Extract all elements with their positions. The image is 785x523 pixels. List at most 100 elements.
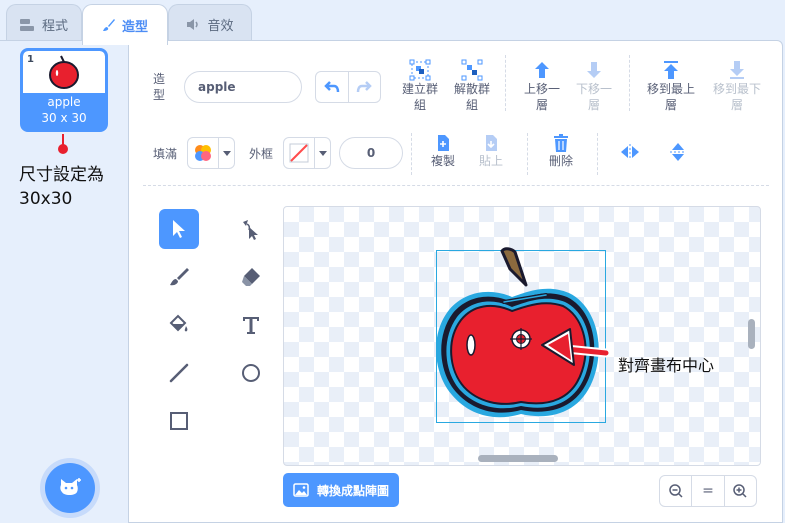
undo-redo-group <box>315 71 381 103</box>
zoom-controls: = <box>659 475 757 507</box>
trash-icon <box>554 134 568 152</box>
size-annotation: 尺寸設定為 30x30 <box>19 163 129 211</box>
ungroup-icon <box>461 59 483 81</box>
text-t-icon <box>243 317 259 334</box>
select-tool-button[interactable] <box>159 209 199 249</box>
paint-editor-screen: 程式 造型 音效 1 apple 30 x 30 尺寸設定為 30x30 造型 … <box>0 0 785 523</box>
outline-color-picker[interactable] <box>283 137 331 169</box>
backward-button[interactable]: 下移一層 <box>571 59 617 113</box>
line-tool-button[interactable] <box>159 353 199 393</box>
flip-vertical-button[interactable] <box>663 141 693 163</box>
costume-index: 1 <box>27 54 34 65</box>
fill-swatch <box>188 138 218 168</box>
tab-code-label: 程式 <box>41 19 68 34</box>
paintbrush-icon <box>102 19 115 31</box>
redo-icon <box>357 81 373 93</box>
rectangle-tool-button[interactable] <box>159 401 199 441</box>
zoom-in-button[interactable] <box>723 476 756 506</box>
horizontal-scrollbar[interactable] <box>478 455 558 462</box>
front-button[interactable]: 移到最上層 <box>641 59 701 113</box>
size-annotation-line1: 尺寸設定為 <box>19 165 104 185</box>
tab-costumes[interactable]: 造型 <box>82 4 168 45</box>
divider <box>505 55 506 111</box>
eraser-icon <box>242 268 260 286</box>
image-icon <box>293 483 309 497</box>
costume-name-input[interactable]: apple <box>184 71 302 103</box>
paste-icon <box>486 135 497 151</box>
drawing-canvas[interactable] <box>283 206 761 466</box>
tab-sounds-label: 音效 <box>207 19 234 34</box>
copy-label: 複製 <box>430 154 455 168</box>
brush-tool-button[interactable] <box>159 257 199 297</box>
bring-to-front-icon <box>664 61 678 79</box>
code-blocks-icon <box>19 18 34 31</box>
group-label: 建立群組 <box>402 82 439 112</box>
group-button[interactable]: 建立群組 <box>397 59 443 113</box>
paste-label: 貼上 <box>478 154 503 168</box>
front-label: 移到最上層 <box>646 82 695 112</box>
tab-sounds[interactable]: 音效 <box>168 4 252 44</box>
paste-button[interactable]: 貼上 <box>469 133 513 169</box>
zoom-out-button[interactable] <box>660 476 691 506</box>
apple-thumbnail-icon <box>49 55 79 89</box>
undo-icon <box>323 81 339 93</box>
speaker-icon <box>187 19 199 30</box>
delete-button[interactable]: 刪除 <box>539 133 583 169</box>
convert-label: 轉換成點陣圖 <box>316 483 389 498</box>
reshape-tool-button[interactable] <box>231 209 271 249</box>
reshape-cursor-icon <box>243 220 258 240</box>
costume-item[interactable]: 1 apple 30 x 30 <box>20 48 108 132</box>
tab-code[interactable]: 程式 <box>6 4 82 44</box>
outline-label: 外框 <box>249 147 274 161</box>
delete-label: 刪除 <box>548 154 573 168</box>
size-annotation-line2: 30x30 <box>19 189 73 209</box>
circle-tool-button[interactable] <box>231 353 271 393</box>
zoom-in-icon <box>733 484 747 498</box>
no-color-icon <box>289 143 309 163</box>
costume-name: apple <box>47 95 81 109</box>
eraser-tool-button[interactable] <box>231 257 271 297</box>
arrow-cursor-icon <box>173 220 185 238</box>
costume-list-panel: 1 apple 30 x 30 尺寸設定為 30x30 <box>0 40 128 523</box>
choose-costume-button[interactable] <box>45 463 95 513</box>
undo-button[interactable] <box>316 72 348 102</box>
group-icon <box>409 59 431 81</box>
back-button[interactable]: 移到最下層 <box>707 59 767 113</box>
fill-color-picker[interactable] <box>187 137 235 169</box>
costume-name-label: 造型 <box>153 72 166 102</box>
line-icon <box>169 363 189 383</box>
zoom-reset-button[interactable]: = <box>691 476 723 506</box>
paint-bucket-icon <box>169 314 188 332</box>
paint-editor: 造型 apple 建立群組 解散群組 上移一層 下移一層 移到最上層 移到最下層… <box>128 40 783 523</box>
center-annotation: 對齊畫布中心 <box>618 356 715 375</box>
costume-size: 30 x 30 <box>41 111 87 125</box>
rectangle-icon <box>170 412 188 430</box>
copy-icon <box>438 135 449 151</box>
fill-tool-button[interactable] <box>159 305 199 345</box>
redo-button[interactable] <box>347 72 381 102</box>
forward-label: 上移一層 <box>524 82 561 112</box>
brush-icon <box>170 268 189 286</box>
apple-drawing <box>436 247 611 418</box>
toolbar-divider <box>143 185 769 186</box>
outline-swatch <box>284 138 314 168</box>
convert-to-bitmap-button[interactable]: 轉換成點陣圖 <box>283 473 399 507</box>
vertical-scrollbar[interactable] <box>748 319 755 349</box>
divider <box>527 133 528 175</box>
copy-button[interactable]: 複製 <box>421 133 465 169</box>
ungroup-button[interactable]: 解散群組 <box>449 59 495 113</box>
outline-width-input[interactable]: 0 <box>339 137 403 169</box>
back-label: 移到最下層 <box>712 82 761 112</box>
arrow-down-icon <box>587 62 601 78</box>
text-tool-button[interactable] <box>231 305 271 345</box>
divider <box>597 133 598 175</box>
tab-costumes-label: 造型 <box>121 19 148 35</box>
costume-thumbnail <box>23 51 105 93</box>
forward-button[interactable]: 上移一層 <box>519 59 565 113</box>
annotation-pin-dot <box>58 144 68 154</box>
flip-horizontal-button[interactable] <box>615 143 645 161</box>
zoom-reset-label: = <box>702 483 714 499</box>
backward-label: 下移一層 <box>576 82 613 112</box>
flip-horizontal-icon <box>621 144 639 160</box>
send-to-back-icon <box>730 61 744 79</box>
